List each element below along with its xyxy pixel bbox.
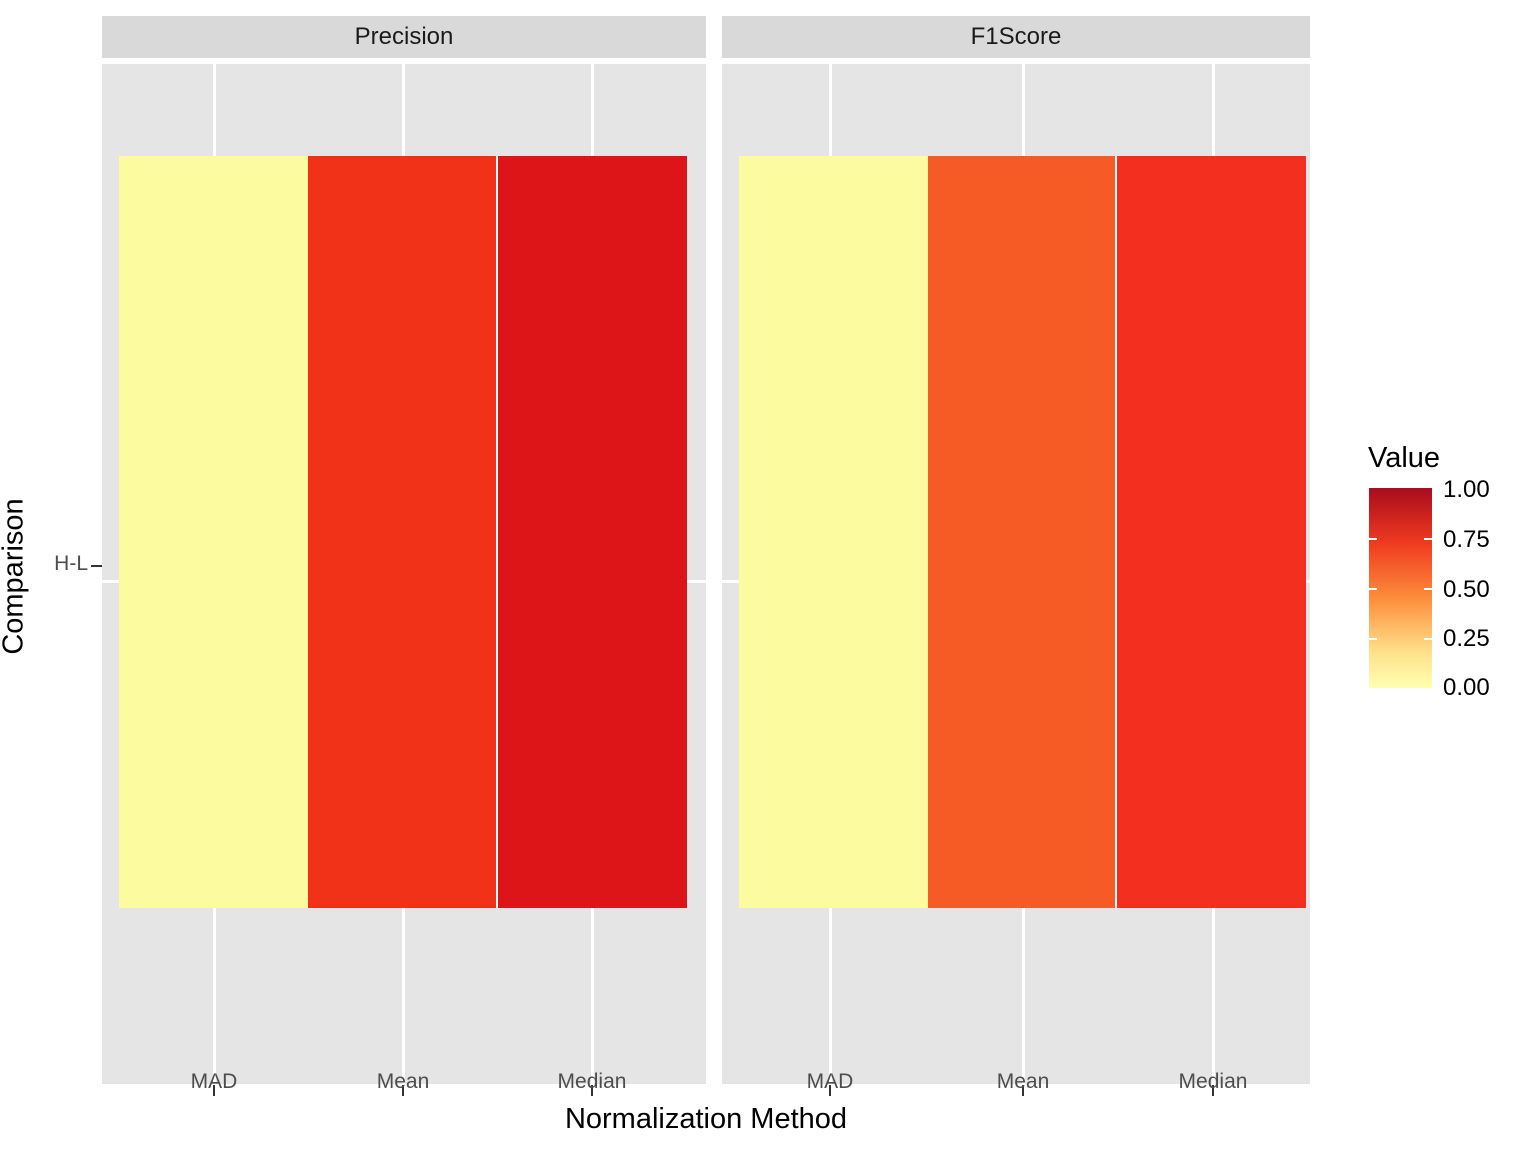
x-axis-tick-label-median: Median [1178,1070,1248,1093]
heatmap-tile[interactable] [1117,156,1306,908]
x-axis-title: Normalization Method [564,1103,848,1135]
x-axis-tick-label-mean: Mean [376,1070,430,1093]
plot-panel-precision [102,64,706,1084]
x-axis-tick-label-mad: MAD [190,1070,238,1093]
facet-strip-label-f1score: F1Score [970,23,1062,50]
x-axis-tick-label-mad: MAD [806,1070,854,1093]
x-axis-tick-label-median: Median [557,1070,627,1093]
facet-strip-label-precision: Precision [354,23,454,50]
legend-tick-label-1: 1.00 [1443,476,1490,503]
heatmap-tile[interactable] [308,156,497,908]
heatmap-tile[interactable] [498,156,687,908]
legend-tick-label-3: 0.50 [1443,576,1490,603]
x-axis-tick-label-mean: Mean [996,1070,1050,1093]
legend-tick-label-2: 0.75 [1443,526,1490,553]
heatmap-tile[interactable] [119,156,308,908]
y-axis-tick-label-h-l: H-L [54,552,88,575]
legend-tick-label-5: 0.00 [1443,674,1490,701]
heatmap-figure: Comparison H-L Precision MAD Mean Median… [0,0,1536,1152]
legend-tick-label-4: 0.25 [1443,625,1490,652]
facet-strip-precision: Precision [102,16,706,58]
plot-panel-f1score [722,64,1310,1084]
heatmap-tile[interactable] [928,156,1116,908]
legend-colorbar [1369,488,1432,688]
legend-title: Value [1368,442,1441,474]
heatmap-tile[interactable] [739,156,928,908]
y-axis-tick-mark [91,565,102,567]
facet-strip-f1score: F1Score [722,16,1310,58]
y-axis-title: Comparison [0,498,30,655]
